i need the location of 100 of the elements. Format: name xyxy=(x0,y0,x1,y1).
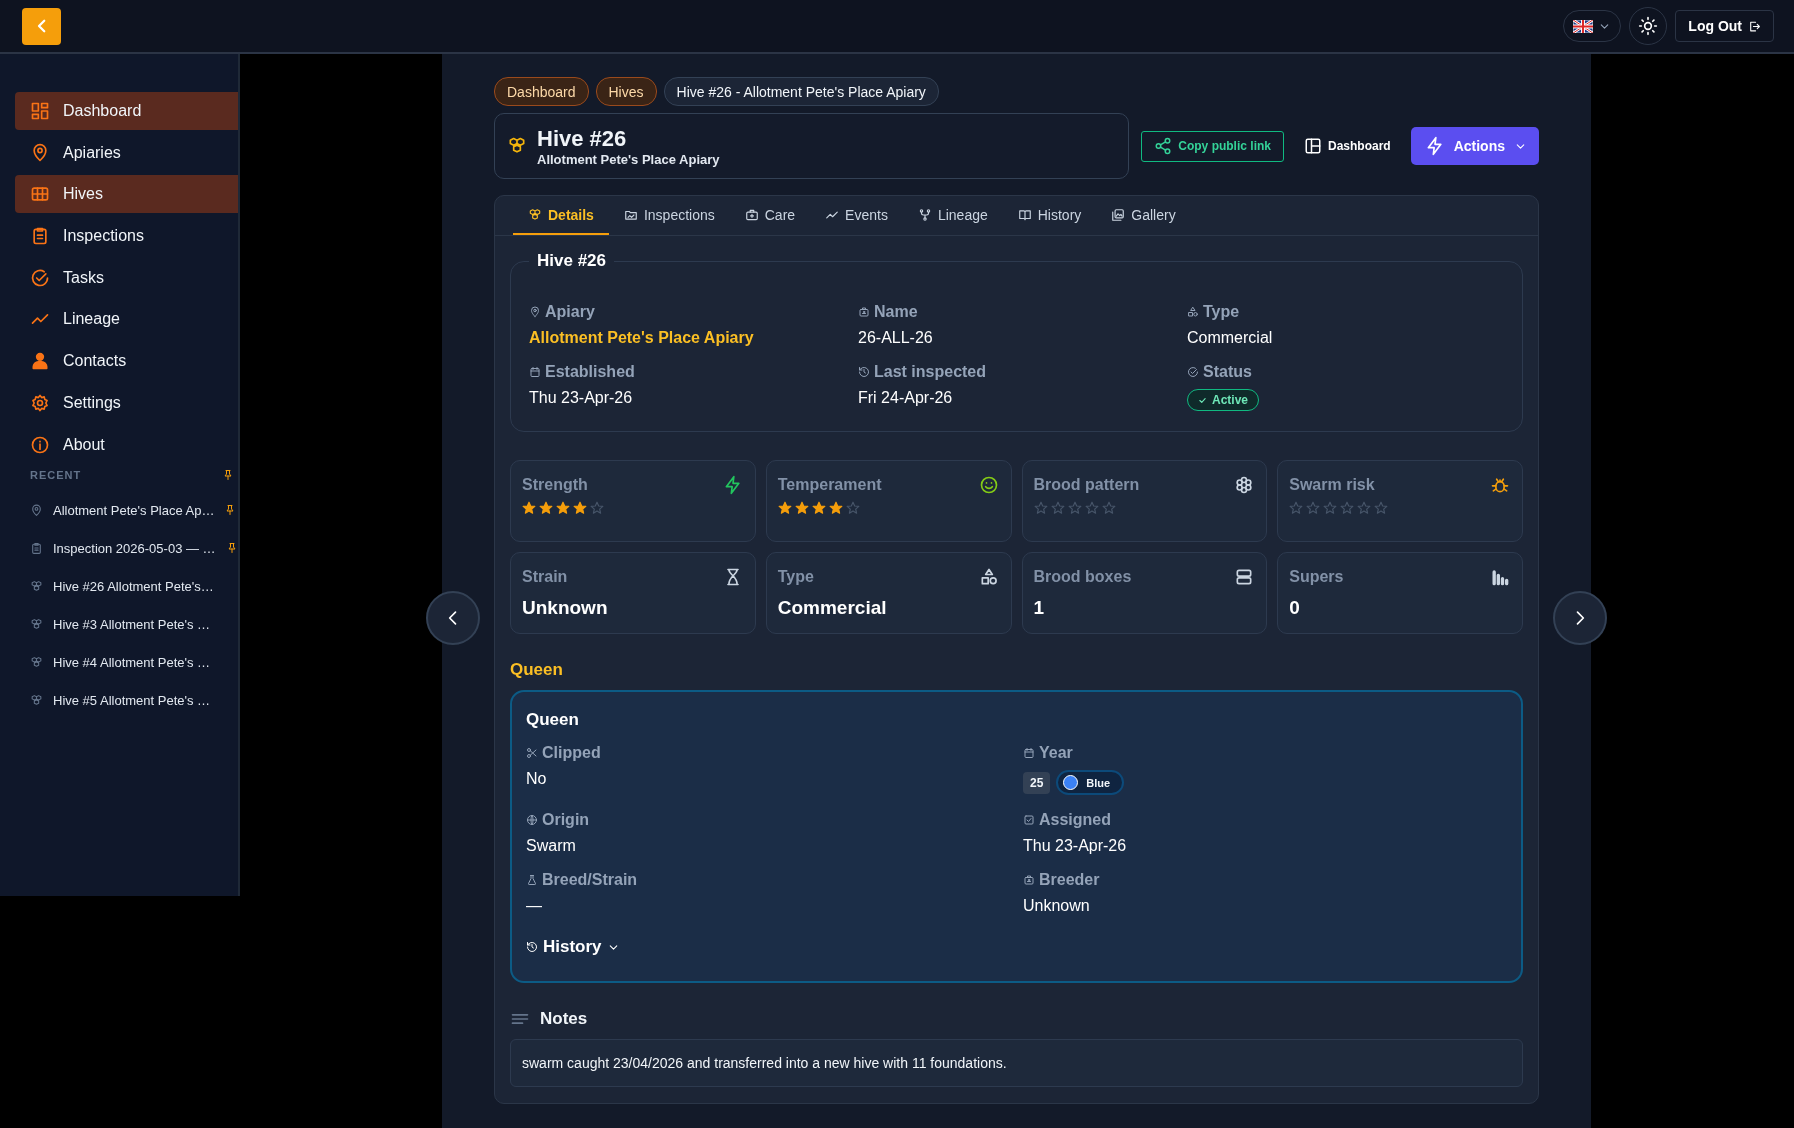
star-icon xyxy=(794,501,809,515)
star-icon xyxy=(811,501,826,515)
pin-icon[interactable] xyxy=(222,469,234,482)
stat-label: Brood boxes xyxy=(1033,568,1132,586)
stat-label: Temperament xyxy=(777,476,882,494)
location-pin-icon xyxy=(529,306,541,318)
stacked-boxes-icon xyxy=(1234,567,1255,587)
field-value: Unknown xyxy=(1023,897,1090,915)
field-value: Thu 23-Apr-26 xyxy=(529,389,633,407)
field-label: Name xyxy=(874,303,918,321)
logout-button[interactable]: Log Out xyxy=(1675,10,1774,42)
nav-item[interactable]: Lineage xyxy=(15,300,238,339)
field-value: — xyxy=(526,897,542,915)
tab[interactable]: Care xyxy=(729,196,811,235)
bar-chart-icon xyxy=(1490,567,1510,587)
field-value: Thu 23-Apr-26 xyxy=(1023,837,1127,855)
location-pin-icon xyxy=(30,503,43,517)
breadcrumb-link[interactable]: Hives xyxy=(595,77,657,106)
nav-item[interactable]: Apiaries xyxy=(15,133,238,172)
field-label: Year xyxy=(1039,744,1073,762)
stat-value: Commercial xyxy=(777,597,888,619)
nav-item[interactable]: About xyxy=(15,425,238,464)
dashboard-button[interactable]: Dashboard xyxy=(1295,130,1399,162)
field-label: Breed/Strain xyxy=(542,871,638,889)
settings-icon xyxy=(30,392,50,413)
recent-item[interactable]: Hive #5 Allotment Pete's … xyxy=(15,681,238,720)
section-heading: Notes xyxy=(540,1009,588,1029)
person-icon xyxy=(30,351,50,372)
check-square-icon xyxy=(1023,814,1035,826)
bug-icon xyxy=(1490,475,1510,495)
breadcrumb-link[interactable]: Dashboard xyxy=(494,77,589,106)
layout-icon xyxy=(1303,137,1322,155)
nav-item[interactable]: Settings xyxy=(15,383,238,422)
info-icon xyxy=(30,434,50,455)
history-toggle[interactable]: History xyxy=(526,937,620,957)
section-heading: Queen xyxy=(510,660,564,680)
id-badge-icon xyxy=(858,306,870,318)
star-icon xyxy=(1374,501,1389,515)
check-icon xyxy=(1198,395,1207,405)
star-icon xyxy=(777,501,792,515)
flag-icon xyxy=(1573,19,1594,33)
recent-item[interactable]: Hive #4 Allotment Pete's … xyxy=(15,643,238,682)
nav-item[interactable]: Tasks xyxy=(15,258,238,297)
fieldset-legend: Hive #26 xyxy=(529,251,614,271)
star-icon xyxy=(1289,501,1304,515)
field-label: Status xyxy=(1203,363,1252,381)
tab[interactable]: Inspections xyxy=(608,196,730,235)
star-icon xyxy=(1067,501,1082,515)
star-icon xyxy=(1340,501,1355,515)
tab[interactable]: Lineage xyxy=(902,196,1003,235)
apiary-link[interactable]: Allotment Pete's Place Apiary xyxy=(529,329,754,347)
star-icon xyxy=(573,501,587,515)
actions-button[interactable]: Actions xyxy=(1410,127,1539,165)
star-icon xyxy=(1084,501,1099,515)
honeycomb-icon xyxy=(528,207,542,222)
field-label: Last inspected xyxy=(874,363,987,381)
stat-label: Strength xyxy=(522,476,588,494)
recent-item[interactable]: Inspection 2026-05-03 — … xyxy=(15,529,238,568)
page-subtitle: Allotment Pete's Place Apiary xyxy=(537,151,720,167)
recent-item[interactable]: Hive #3 Allotment Pete's … xyxy=(15,605,238,644)
smiley-icon xyxy=(978,475,999,495)
field-label: Breeder xyxy=(1039,871,1100,889)
status-text: Active xyxy=(1212,393,1249,407)
field-label: Established xyxy=(545,363,635,381)
current-page-label: Hive #26 - Allotment Pete's Place Apiary xyxy=(663,77,939,106)
field-label: Apiary xyxy=(545,303,595,321)
honeycomb-icon xyxy=(30,579,43,593)
nav-item[interactable]: Dashboard xyxy=(15,92,238,130)
field-value: 26-ALL-26 xyxy=(858,329,933,347)
recent-item[interactable]: Allotment Pete's Place Ap… xyxy=(15,491,238,530)
star-icon xyxy=(539,501,553,515)
grid-icon xyxy=(30,101,50,121)
nav-item[interactable]: Contacts xyxy=(15,342,238,381)
tab[interactable]: Details xyxy=(513,196,609,235)
tab[interactable]: Events xyxy=(810,196,903,235)
star-icon xyxy=(1306,501,1321,515)
back-button[interactable] xyxy=(22,7,61,45)
star-icon xyxy=(1357,501,1372,515)
page-title: Hive #26 xyxy=(537,125,628,152)
stat-label: Brood pattern xyxy=(1033,476,1140,494)
calendar-icon xyxy=(1023,747,1035,759)
tab[interactable]: History xyxy=(1002,196,1097,235)
clipboard-icon xyxy=(30,226,50,247)
tab[interactable]: Gallery xyxy=(1096,196,1191,235)
recent-item[interactable]: Hive #26 Allotment Pete's… xyxy=(15,567,238,606)
notes-text: swarm caught 23/04/2026 and transferred into a new hive with 11 foundations. xyxy=(510,1039,1523,1087)
copy-link-button[interactable]: Copy public link xyxy=(1141,130,1284,162)
card-title: Queen xyxy=(526,710,580,730)
color-label: Blue xyxy=(1086,776,1111,789)
logout-icon xyxy=(1748,19,1761,33)
field-value: No xyxy=(526,770,547,788)
nav-item[interactable]: Inspections xyxy=(15,217,238,256)
star-icon xyxy=(590,501,604,515)
star-icon xyxy=(845,501,860,515)
honeycomb-icon xyxy=(30,655,43,669)
honeycomb-icon xyxy=(507,136,527,156)
nav-item[interactable]: Hives xyxy=(15,175,238,214)
honeycomb-icon xyxy=(30,693,43,707)
star-icon xyxy=(1323,501,1338,515)
field-value: Commercial xyxy=(1187,329,1273,347)
